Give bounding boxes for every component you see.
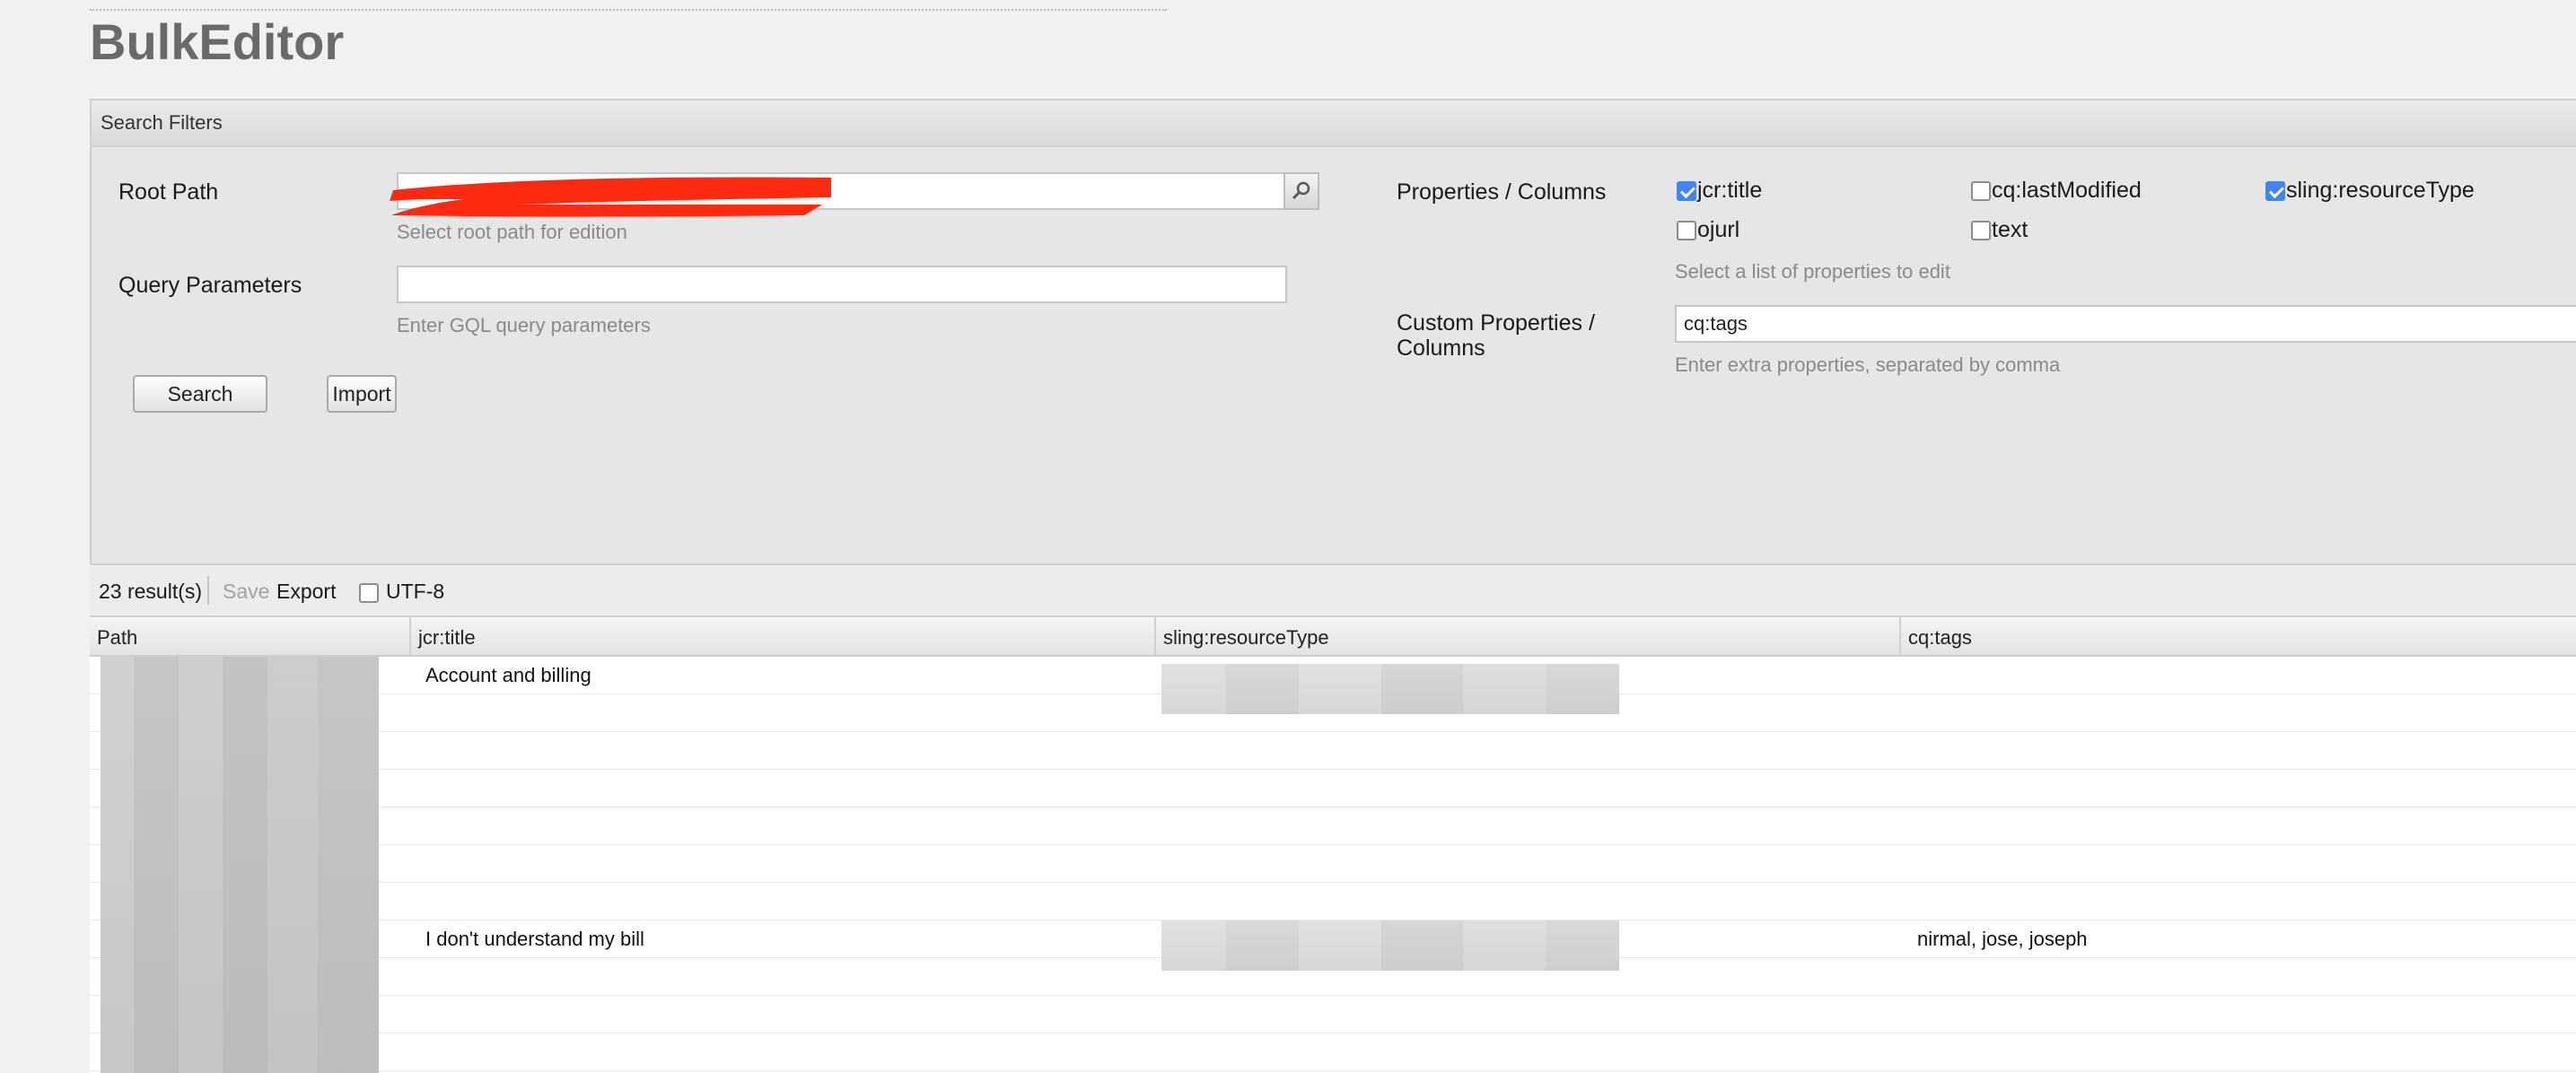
export-button[interactable]: Export xyxy=(276,580,336,604)
properties-columns-label: Properties / Columns xyxy=(1397,179,1607,205)
table-row[interactable] xyxy=(90,732,2576,770)
column-header-sling-resourcetype[interactable]: sling:resourceType xyxy=(1154,617,1899,657)
redaction-scribble xyxy=(390,177,831,217)
table-row[interactable] xyxy=(90,1034,2576,1071)
checkbox-ojurl-label: ojurl xyxy=(1697,217,1740,242)
table-row[interactable] xyxy=(90,770,2576,807)
checkbox-sling-resourcetype[interactable] xyxy=(2265,181,2285,201)
column-header-cq-tags[interactable]: cq:tags xyxy=(1899,617,2576,657)
redacted-path-column xyxy=(101,657,379,1073)
column-header-path[interactable]: Path xyxy=(90,617,409,657)
import-button[interactable]: Import xyxy=(327,375,397,413)
column-header-jcr-title[interactable]: jcr:title xyxy=(409,617,1154,657)
query-parameters-label: Query Parameters xyxy=(118,273,302,298)
query-parameters-hint: Enter GQL query parameters xyxy=(397,314,651,336)
checkbox-cq-lastmodified-label: cq:lastModified xyxy=(1992,178,2142,203)
results-count: 23 result(s) xyxy=(99,580,203,603)
checkbox-sling-resourcetype-label: sling:resourceType xyxy=(2286,178,2475,203)
toolbar-separator xyxy=(207,576,209,605)
table-row[interactable] xyxy=(90,883,2576,920)
save-button[interactable]: Save xyxy=(223,580,269,604)
query-parameters-input[interactable] xyxy=(397,266,1287,303)
browse-path-button[interactable] xyxy=(1284,172,1319,210)
checkbox-text-label: text xyxy=(1992,217,2028,242)
magnifier-icon xyxy=(1292,181,1310,200)
app-title: BulkEditor xyxy=(90,13,345,70)
results-toolbar: 23 result(s) Save Export UTF-8 xyxy=(90,567,2576,617)
table-row[interactable] xyxy=(90,996,2576,1034)
search-filters-panel: Search Filters Root Path Select root pat… xyxy=(90,99,2576,565)
utf8-label: UTF-8 xyxy=(386,580,445,603)
checkbox-jcr-title[interactable] xyxy=(1677,181,1696,201)
top-divider xyxy=(90,9,1167,11)
custom-properties-hint: Enter extra properties, separated by com… xyxy=(1675,353,2061,376)
results-grid: Account and billing I don't understand m… xyxy=(90,657,2576,1073)
custom-properties-label: Custom Properties / Columns xyxy=(1397,310,1595,361)
root-path-hint: Select root path for edition xyxy=(397,221,627,243)
utf8-checkbox[interactable] xyxy=(359,583,379,603)
checkbox-ojurl[interactable] xyxy=(1677,221,1696,240)
redacted-resource-type xyxy=(1161,664,1619,714)
table-row[interactable] xyxy=(90,845,2576,883)
custom-properties-input[interactable] xyxy=(1675,305,2576,343)
root-path-label: Root Path xyxy=(118,179,219,205)
checkbox-cq-lastmodified[interactable] xyxy=(1971,181,1991,201)
table-row[interactable] xyxy=(90,807,2576,845)
checkbox-text[interactable] xyxy=(1971,221,1991,240)
cell-cq-tags[interactable]: nirmal, jose, joseph xyxy=(1917,928,2088,951)
cell-jcr-title[interactable]: I don't understand my bill xyxy=(425,928,644,951)
cell-jcr-title[interactable]: Account and billing xyxy=(425,664,591,687)
properties-columns-hint: Select a list of properties to edit xyxy=(1675,260,1950,283)
checkbox-jcr-title-label: jcr:title xyxy=(1697,178,1763,203)
redacted-resource-type xyxy=(1161,920,1619,971)
search-filters-header[interactable]: Search Filters xyxy=(92,100,2576,147)
grid-header: Path jcr:title sling:resourceType cq:tag… xyxy=(90,617,2576,657)
search-button[interactable]: Search xyxy=(133,375,267,413)
